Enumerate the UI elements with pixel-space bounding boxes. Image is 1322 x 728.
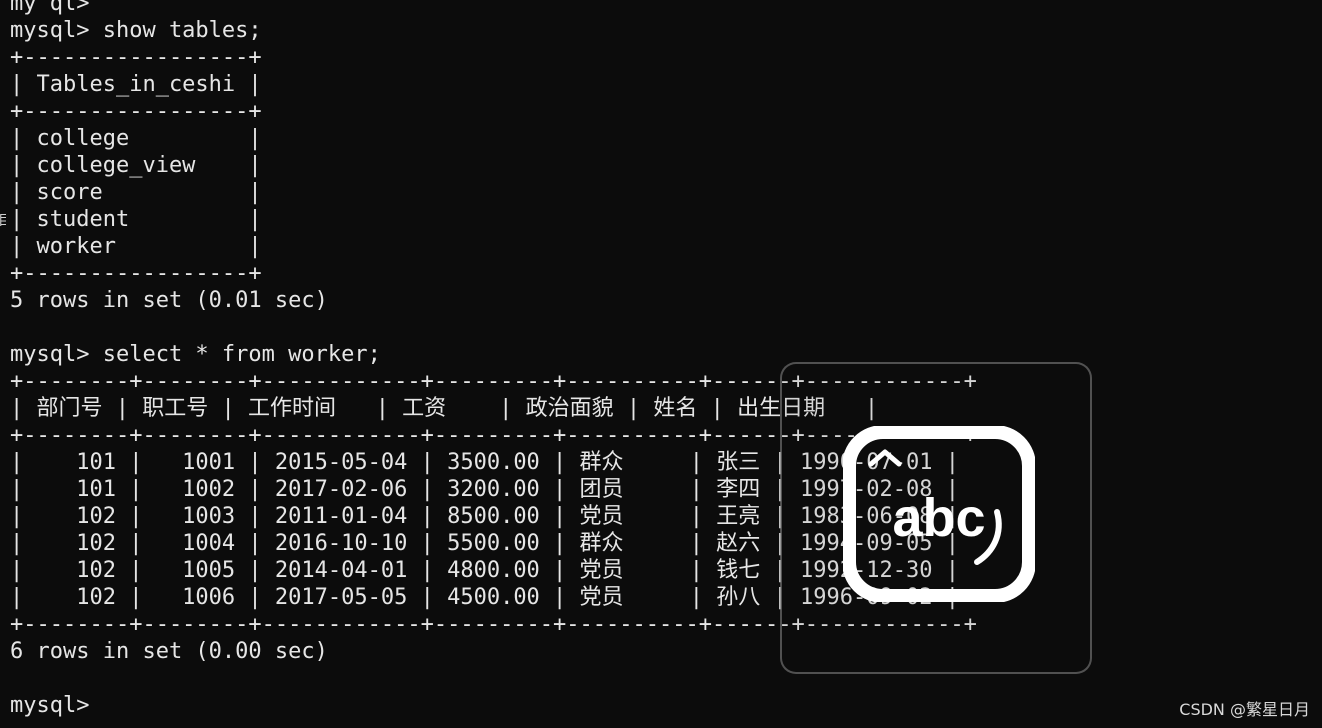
table-row: | 101 | 1001 | 2015-05-04 | 3500.00 | 群众…	[10, 450, 959, 475]
table-row: | college |	[10, 126, 262, 151]
prompt-line: mysql>	[10, 693, 90, 718]
table-row: | college_view |	[10, 153, 262, 178]
command-line: mysql> show tables;	[10, 18, 262, 43]
table-border: +--------+--------+------------+--------…	[10, 612, 977, 637]
result-summary: 6 rows in set (0.00 sec)	[10, 639, 328, 664]
watermark: CSDN @繁星日月	[1179, 700, 1310, 719]
table-header: | Tables_in_ceshi |	[10, 72, 262, 97]
table-header: | 部门号 | 职工号 | 工作时间 | 工资 | 政治面貌 | 姓名 | 出生…	[10, 396, 879, 421]
table-border: +--------+--------+------------+--------…	[10, 369, 977, 394]
table-row: | 102 | 1003 | 2011-01-04 | 8500.00 | 党员…	[10, 504, 959, 529]
table-border: +-----------------+	[10, 99, 262, 124]
table-border: +-----------------+	[10, 261, 262, 286]
table-row: | worker |	[10, 234, 262, 259]
ime-abc-text: abc	[892, 488, 985, 548]
table-border: +--------+--------+------------+--------…	[10, 423, 977, 448]
table-border: +-----------------+	[10, 45, 262, 70]
left-edge-glyph: 目	[0, 210, 6, 230]
table-row: | 101 | 1002 | 2017-02-06 | 3200.00 | 团员…	[10, 477, 959, 502]
table-row: | student |	[10, 207, 262, 232]
table-row: | 102 | 1004 | 2016-10-10 | 5500.00 | 群众…	[10, 531, 959, 556]
result-summary: 5 rows in set (0.01 sec)	[10, 288, 328, 313]
terminal-output[interactable]: my ql> mysql> show tables; +------------…	[10, 0, 1310, 719]
table-row: | 102 | 1006 | 2017-05-05 | 4500.00 | 党员…	[10, 585, 959, 610]
table-row: | 102 | 1005 | 2014-04-01 | 4800.00 | 党员…	[10, 558, 959, 583]
ime-abc-icon: abc	[842, 425, 1036, 603]
command-line: mysql> select * from worker;	[10, 342, 381, 367]
terminal-line: my ql>	[10, 0, 90, 16]
table-row: | score |	[10, 180, 262, 205]
